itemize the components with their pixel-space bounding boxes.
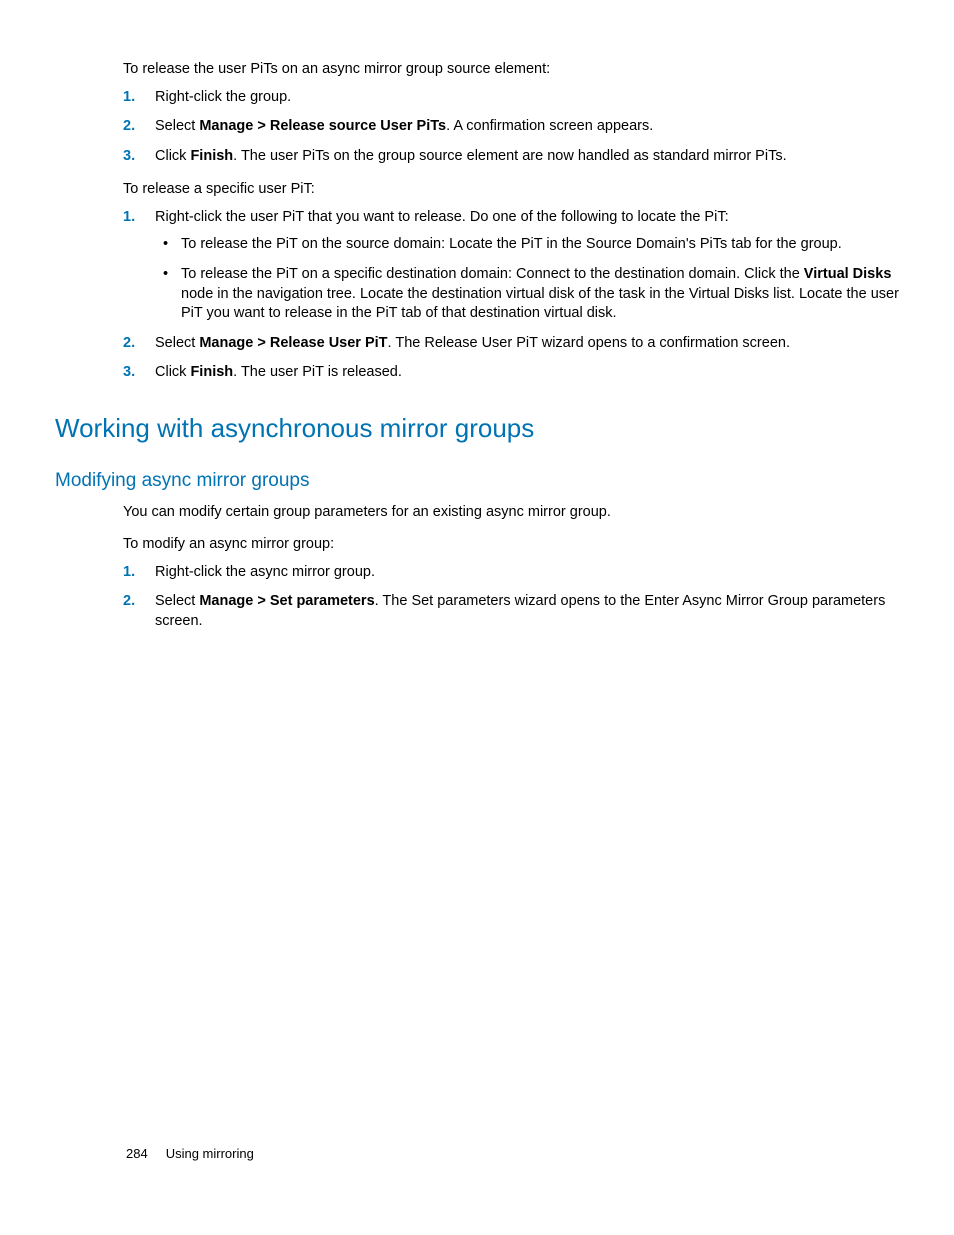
- step-prefix: Select: [155, 335, 199, 351]
- section1-intro: To release the user PiTs on an async mir…: [123, 60, 899, 80]
- heading-modifying-async: Modifying async mirror groups: [55, 468, 899, 494]
- list-item: Right-click the user PiT that you want t…: [123, 208, 899, 324]
- step-bold: Finish: [190, 148, 233, 164]
- list-item: Click Finish. The user PiT is released.: [123, 363, 899, 383]
- step-suffix: . The user PiTs on the group source elem…: [233, 148, 786, 164]
- section2-steps: Right-click the user PiT that you want t…: [123, 208, 899, 383]
- section2-intro: To release a specific user PiT:: [123, 180, 899, 200]
- bullet-item: To release the PiT on a specific destina…: [155, 265, 899, 324]
- list-item: Right-click the group.: [123, 88, 899, 108]
- list-item: Select Manage > Release User PiT. The Re…: [123, 334, 899, 354]
- section3-intro1: You can modify certain group parameters …: [123, 503, 899, 523]
- step-prefix: Select: [155, 118, 199, 134]
- step-text: Right-click the group.: [155, 89, 291, 105]
- bullet-text: To release the PiT on the source domain:…: [181, 236, 842, 252]
- section1-steps: Right-click the group. Select Manage > R…: [123, 88, 899, 167]
- list-item: Right-click the async mirror group.: [123, 563, 899, 583]
- section3-intro2: To modify an async mirror group:: [123, 535, 899, 555]
- step-text: Right-click the async mirror group.: [155, 564, 375, 580]
- chapter-title: Using mirroring: [166, 1146, 254, 1161]
- step-prefix: Click: [155, 148, 190, 164]
- section3-steps: Right-click the async mirror group. Sele…: [123, 563, 899, 632]
- bullet-item: To release the PiT on the source domain:…: [155, 235, 899, 255]
- page-number: 284: [126, 1146, 148, 1161]
- step-bold: Manage > Set parameters: [199, 593, 374, 609]
- list-item: Select Manage > Release source User PiTs…: [123, 117, 899, 137]
- step-bold: Manage > Release User PiT: [199, 335, 387, 351]
- list-item: Click Finish. The user PiTs on the group…: [123, 147, 899, 167]
- page-footer: 284 Using mirroring: [126, 1145, 254, 1163]
- step-suffix: . The user PiT is released.: [233, 364, 402, 380]
- bullet-suffix: node in the navigation tree. Locate the …: [181, 286, 899, 322]
- heading-working-async: Working with asynchronous mirror groups: [55, 411, 899, 446]
- step-suffix: . A confirmation screen appears.: [446, 118, 653, 134]
- bullet-bold: Virtual Disks: [804, 266, 892, 282]
- step-prefix: Select: [155, 593, 199, 609]
- step-prefix: Click: [155, 364, 190, 380]
- step-bold: Finish: [190, 364, 233, 380]
- step-text: Right-click the user PiT that you want t…: [155, 209, 729, 225]
- list-item: Select Manage > Set parameters. The Set …: [123, 592, 899, 631]
- step-suffix: . The Release User PiT wizard opens to a…: [388, 335, 790, 351]
- sub-bullets: To release the PiT on the source domain:…: [155, 235, 899, 323]
- bullet-prefix: To release the PiT on a specific destina…: [181, 266, 804, 282]
- step-bold: Manage > Release source User PiTs: [199, 118, 446, 134]
